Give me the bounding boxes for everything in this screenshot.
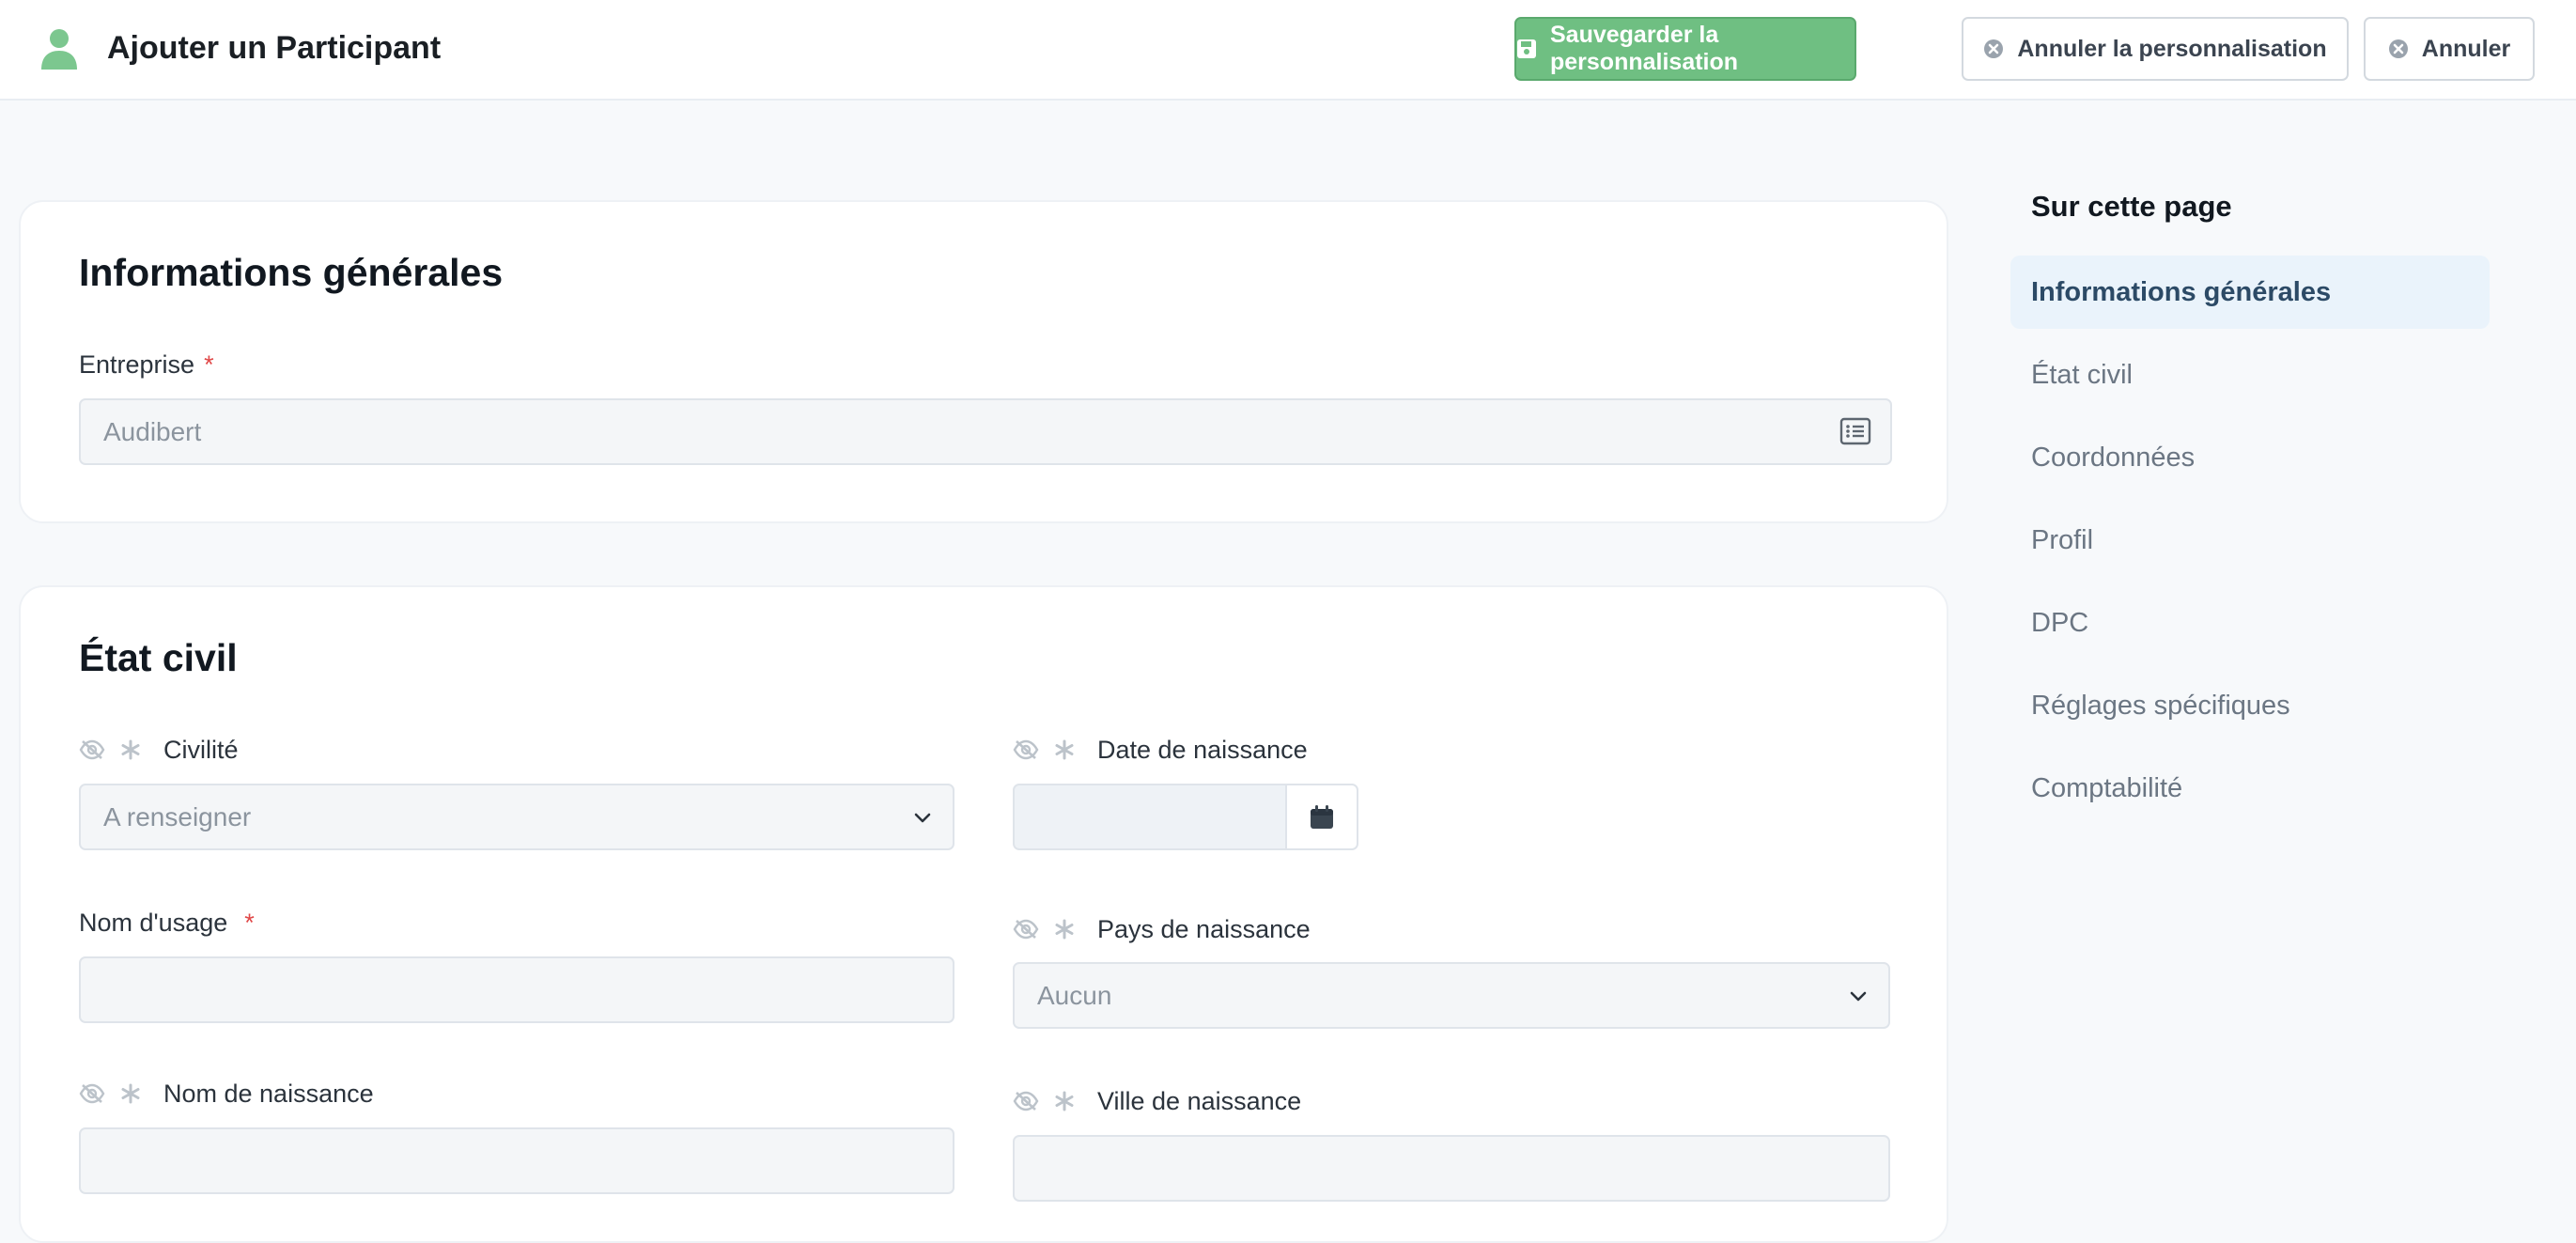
asterisk-icon[interactable] <box>120 739 141 760</box>
save-customization-button[interactable]: Sauvegarder la personnalisation <box>1514 17 1856 81</box>
date-naissance-label: Date de naissance <box>1013 734 1308 766</box>
cancel-customization-button[interactable]: Annuler la personnalisation <box>1962 17 2349 81</box>
eye-slash-icon[interactable] <box>79 1083 105 1104</box>
toc-item-reglages-specifiques[interactable]: Réglages spécifiques <box>2010 669 2490 742</box>
nom-usage-field[interactable] <box>79 956 954 1023</box>
close-circle-icon <box>2388 39 2408 58</box>
general-info-card: Informations générales Entreprise * Audi… <box>19 200 1948 523</box>
toc-title: Sur cette page <box>2031 190 2232 223</box>
toc-item-dpc[interactable]: DPC <box>2010 586 2490 660</box>
nom-usage-label: Nom d'usage * <box>79 909 255 937</box>
pays-naissance-label: Pays de naissance <box>1013 913 1311 945</box>
toc-item-comptabilite[interactable]: Comptabilité <box>2010 752 2490 825</box>
calendar-icon <box>1311 804 1333 829</box>
toc-item-etat-civil[interactable]: État civil <box>2010 338 2490 412</box>
asterisk-icon[interactable] <box>120 1083 141 1104</box>
date-naissance-input[interactable] <box>1013 784 1287 850</box>
toc-item-profil[interactable]: Profil <box>2010 504 2490 577</box>
section-title-general: Informations générales <box>79 251 504 294</box>
top-bar: Ajouter un Participant Sauvegarder la pe… <box>0 0 2576 101</box>
nom-naissance-label: Nom de naissance <box>79 1078 374 1110</box>
cancel-button[interactable]: Annuler <box>2364 17 2535 81</box>
required-marker: * <box>204 350 214 379</box>
chevron-down-icon <box>914 813 931 823</box>
ville-naissance-label: Ville de naissance <box>1013 1085 1301 1117</box>
required-marker: * <box>244 909 255 937</box>
asterisk-icon[interactable] <box>1054 919 1075 940</box>
entreprise-field[interactable]: Audibert <box>79 398 1892 465</box>
user-icon <box>41 29 77 70</box>
list-icon[interactable] <box>1839 417 1871 445</box>
asterisk-icon[interactable] <box>1054 1091 1075 1111</box>
cancel-label: Annuler <box>2421 35 2511 62</box>
date-picker-button[interactable] <box>1285 784 1358 850</box>
toc-item-informations-generales[interactable]: Informations générales <box>2010 256 2490 329</box>
save-icon <box>1517 39 1536 58</box>
section-title-civil: État civil <box>79 636 238 679</box>
eye-slash-icon[interactable] <box>1013 919 1039 940</box>
nom-naissance-field[interactable] <box>79 1127 954 1194</box>
chevron-down-icon <box>1850 991 1867 1002</box>
eye-slash-icon[interactable] <box>79 739 105 760</box>
civil-status-card: État civil Civilité A renseigner Date de… <box>19 585 1948 1243</box>
toc-item-coordonnees[interactable]: Coordonnées <box>2010 421 2490 494</box>
entreprise-label: Entreprise * <box>79 350 214 379</box>
asterisk-icon[interactable] <box>1054 739 1075 760</box>
civilite-select[interactable]: A renseigner <box>79 784 954 850</box>
ville-naissance-field[interactable] <box>1013 1135 1890 1202</box>
civilite-label: Civilité <box>79 734 239 766</box>
eye-slash-icon[interactable] <box>1013 1091 1039 1111</box>
page-title: Ajouter un Participant <box>107 30 442 66</box>
pays-naissance-select[interactable]: Aucun <box>1013 962 1890 1029</box>
close-circle-icon <box>1984 39 2004 58</box>
eye-slash-icon[interactable] <box>1013 739 1039 760</box>
save-customization-label: Sauvegarder la personnalisation <box>1550 22 1739 75</box>
cancel-customization-label: Annuler la personnalisation <box>2017 35 2327 62</box>
